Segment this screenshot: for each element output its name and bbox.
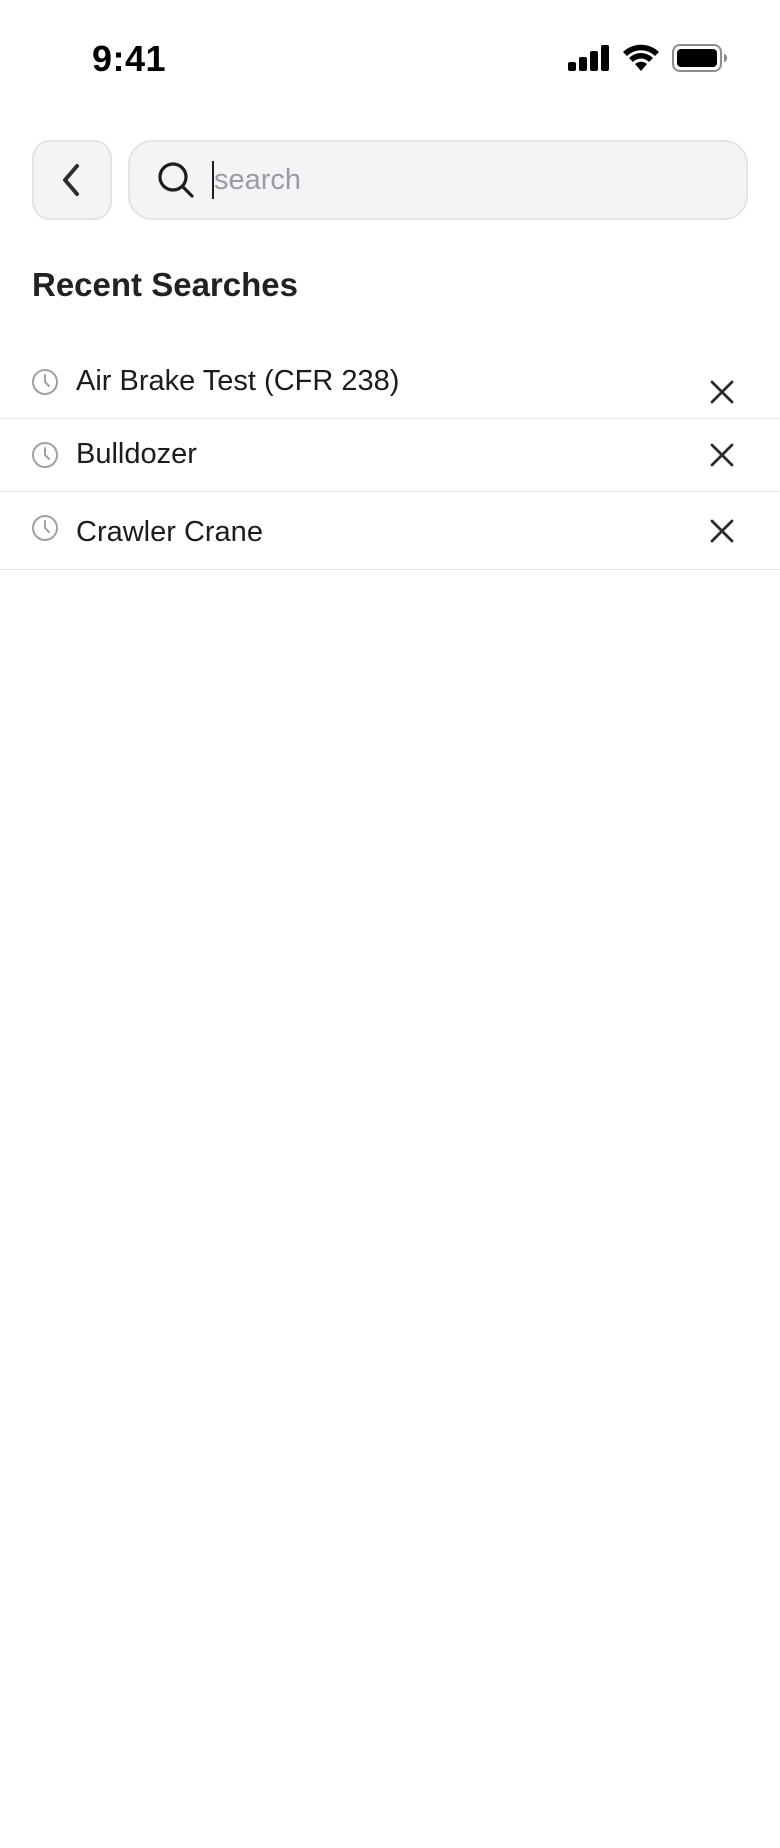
remove-search-button[interactable] [698,368,746,416]
search-icon [156,160,196,200]
close-icon [709,442,735,468]
status-time: 9:41 [92,38,167,79]
recent-search-item[interactable]: Bulldozer [0,419,780,492]
recent-search-label: Crawler Crane [76,516,263,548]
status-bar: 9:41 [0,0,780,120]
chevron-left-icon [58,162,86,198]
section-title: Recent Searches [32,266,298,303]
clock-icon [31,514,59,542]
recent-search-label: Air Brake Test (CFR 238) [76,365,400,397]
recent-searches-list: Air Brake Test (CFR 238) Bulldozer Crawl… [0,348,780,570]
search-input[interactable] [214,150,694,210]
recent-search-item[interactable]: Crawler Crane [0,492,780,570]
wifi-icon [622,44,660,72]
back-button[interactable] [32,140,112,220]
remove-search-button[interactable] [698,507,746,555]
clock-icon [31,441,59,469]
status-icons [568,44,728,72]
close-icon [709,379,735,405]
remove-search-button[interactable] [698,431,746,479]
recent-search-label: Bulldozer [76,438,197,470]
recent-search-item[interactable]: Air Brake Test (CFR 238) [0,348,780,419]
search-field[interactable] [128,140,748,220]
clock-icon [31,368,59,396]
battery-icon [672,44,728,72]
cellular-signal-icon [568,45,610,71]
close-icon [709,518,735,544]
